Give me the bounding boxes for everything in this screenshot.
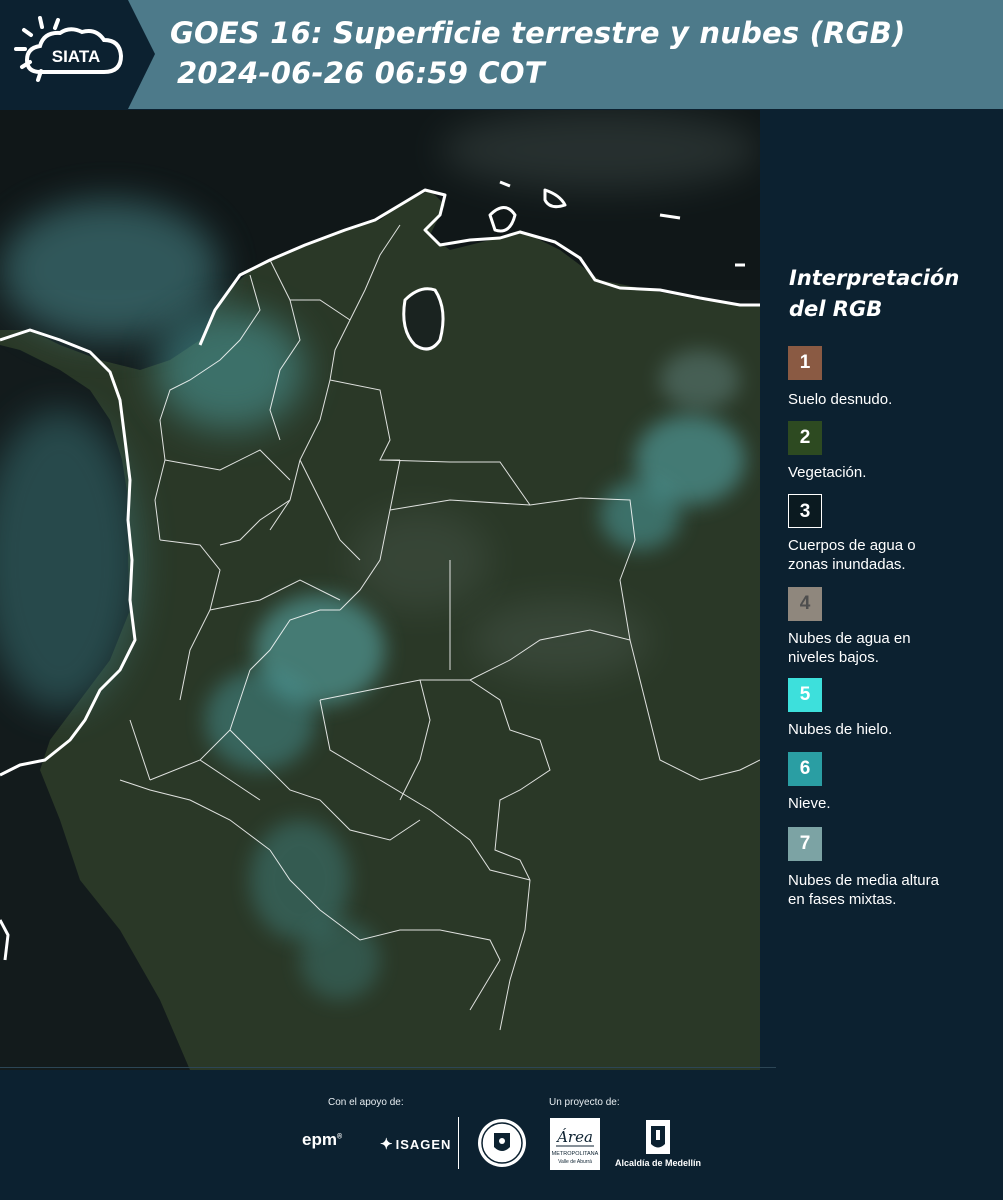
legend-swatch-water: 3	[788, 494, 822, 528]
legend-swatch-snow: 6	[788, 752, 822, 786]
university-seal-logo	[478, 1119, 526, 1167]
footer-divider-line	[0, 1067, 776, 1068]
legend-swatch-mid-clouds: 7	[788, 827, 822, 861]
legend-label-line: Nubes de agua en	[788, 630, 911, 647]
amva-script-text: Área	[555, 1128, 593, 1146]
project-label: Un proyecto de:	[549, 1097, 620, 1108]
support-label: Con el apoyo de:	[328, 1097, 404, 1108]
isagen-logo-text: ISAGEN	[395, 1137, 452, 1152]
legend-label-line: zonas inundadas.	[788, 556, 906, 573]
alcaldia-shield-icon	[646, 1120, 670, 1154]
legend-label-line: en fases mixtas.	[788, 891, 897, 908]
legend-title: Interpretación del RGB	[789, 263, 989, 325]
isagen-icon: ✦	[380, 1136, 394, 1153]
siata-logo: SIATA	[0, 0, 155, 109]
legend-title-line1: Interpretación	[789, 266, 960, 290]
epm-logo-text: epm	[302, 1130, 337, 1149]
isagen-logo: ✦ ISAGEN	[380, 1135, 451, 1153]
legend-label-bare-soil: Suelo desnudo.	[788, 390, 993, 409]
footer-vertical-divider	[458, 1117, 459, 1169]
header: SIATA GOES 16: Superficie terrestre y nu…	[0, 0, 1003, 109]
amva-line1: METROPOLITANA	[552, 1151, 599, 1157]
legend-panel: Interpretación del RGB 1 Suelo desnudo. …	[760, 110, 1003, 1070]
legend-swatch-low-clouds: 4	[788, 587, 822, 621]
epm-logo: epm®	[302, 1130, 343, 1149]
legend-label-mid-clouds: Nubes de media altura en fases mixtas.	[788, 871, 993, 909]
footer: Con el apoyo de: Un proyecto de: epm® ✦ I…	[0, 1067, 1003, 1200]
legend-swatch-ice-clouds: 5	[788, 678, 822, 712]
legend-swatch-bare-soil: 1	[788, 346, 822, 380]
page-timestamp: 2024-06-26 06:59 COT	[177, 56, 545, 90]
legend-title-line2: del RGB	[789, 297, 883, 321]
legend-label-ice-clouds: Nubes de hielo.	[788, 720, 993, 739]
legend-label-vegetation: Vegetación.	[788, 463, 993, 482]
legend-label-snow: Nieve.	[788, 794, 993, 813]
satellite-map[interactable]	[0, 110, 760, 1070]
legend-label-line: Nubes de media altura	[788, 872, 939, 889]
legend-label-line: Suelo desnudo.	[788, 391, 893, 408]
page-title: GOES 16: Superficie terrestre y nubes (R…	[170, 16, 906, 50]
alcaldia-logo: Alcaldía de Medellín	[612, 1118, 704, 1170]
legend-label-water: Cuerpos de agua o zonas inundadas.	[788, 536, 993, 574]
legend-swatch-vegetation: 2	[788, 421, 822, 455]
legend-label-line: Vegetación.	[788, 464, 867, 481]
legend-label-line: Nieve.	[788, 795, 831, 812]
legend-label-line: niveles bajos.	[788, 649, 879, 666]
legend-label-line: Nubes de hielo.	[788, 721, 893, 738]
area-metropolitana-logo: Área METROPOLITANA Valle de Aburrá	[550, 1118, 600, 1170]
amva-line2: Valle de Aburrá	[558, 1159, 592, 1165]
legend-label-line: Cuerpos de agua o	[788, 537, 916, 554]
legend-label-low-clouds: Nubes de agua en niveles bajos.	[788, 629, 993, 667]
alcaldia-text: Alcaldía de Medellín	[614, 1158, 702, 1168]
siata-logo-text: SIATA	[52, 47, 100, 66]
